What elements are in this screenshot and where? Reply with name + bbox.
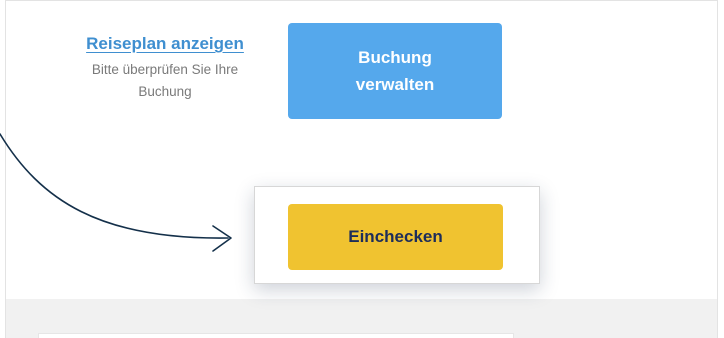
lower-content-card	[38, 333, 514, 338]
itinerary-help-text: Bitte überprüfen Sie Ihre Buchung	[91, 62, 239, 99]
manage-booking-button[interactable]: Buchung verwalten	[288, 23, 502, 119]
booking-actions-panel: Reiseplan anzeigen Bitte überprüfen Sie …	[0, 0, 724, 338]
view-itinerary-link[interactable]: Reiseplan anzeigen	[40, 30, 290, 57]
itinerary-block: Reiseplan anzeigen Bitte überprüfen Sie …	[40, 30, 290, 103]
checkin-button[interactable]: Einchecken	[288, 204, 503, 270]
manage-booking-label: Buchung verwalten	[355, 48, 435, 94]
checkin-label: Einchecken	[348, 227, 443, 246]
